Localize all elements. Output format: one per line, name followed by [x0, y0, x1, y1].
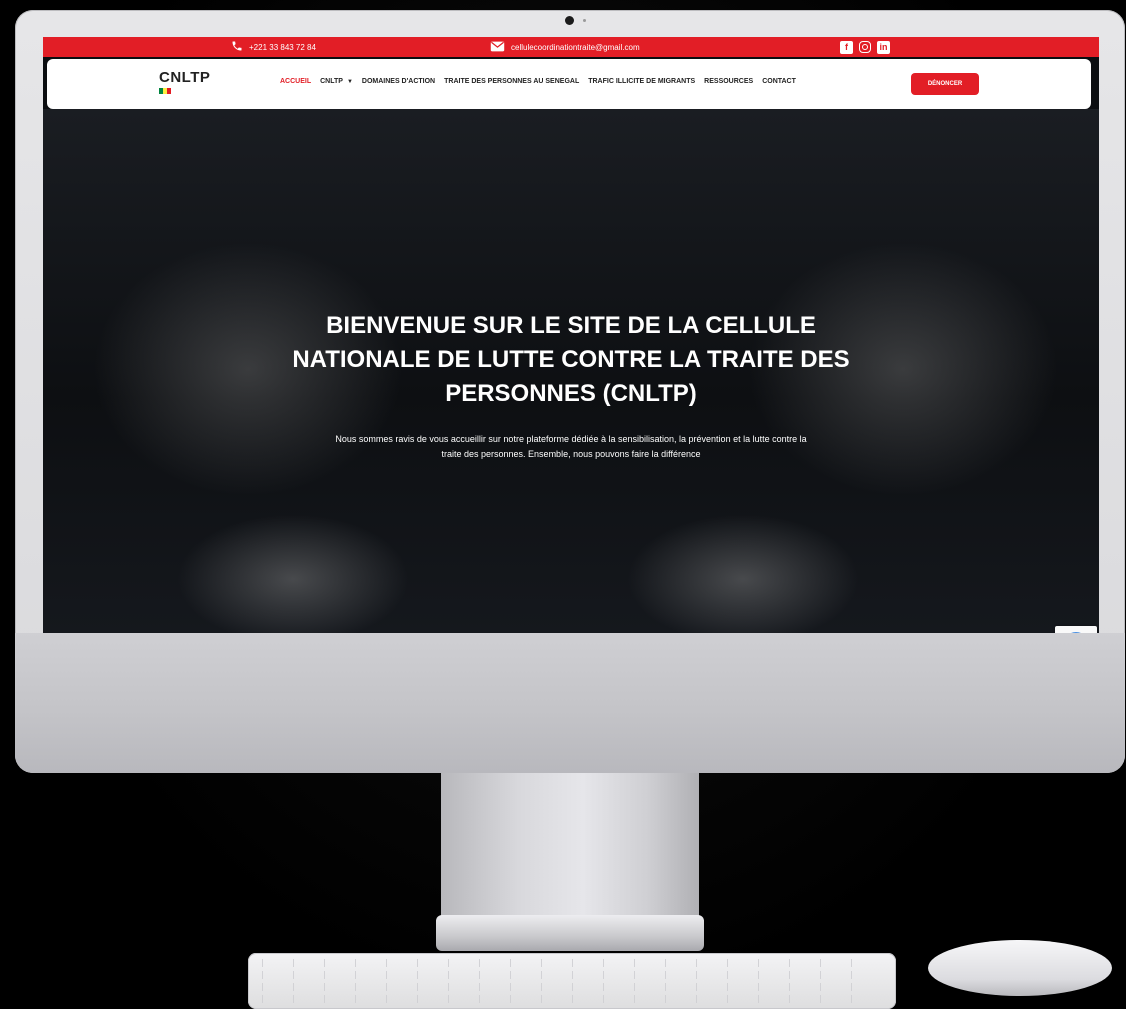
nav-menu: ACCUEIL CNLTP ▼ DOMAINES D'ACTION TRAITE … — [280, 78, 796, 85]
scene: +221 33 843 72 84 cellulecoordinationtra… — [0, 0, 1126, 1009]
phone-number: +221 33 843 72 84 — [249, 42, 316, 52]
phone-icon — [231, 40, 243, 54]
nav-cnltp[interactable]: CNLTP ▼ — [320, 78, 353, 85]
camera-icon — [565, 16, 574, 25]
mouse — [928, 940, 1112, 996]
nav-cnltp-label: CNLTP — [320, 78, 343, 85]
site-logo[interactable]: CNLTP — [159, 69, 219, 105]
monitor-screen: +221 33 843 72 84 cellulecoordinationtra… — [43, 37, 1099, 633]
logo-text: CNLTP — [159, 69, 211, 86]
main-navbar: CNLTP ACCUEIL CNLTP ▼ DOMAINES D'ACTION T… — [47, 59, 1091, 109]
instagram-icon[interactable] — [859, 41, 871, 53]
key-row — [262, 983, 882, 991]
hero-title: BIENVENUE SUR LE SITE DE LA CELLULE NATI… — [193, 309, 949, 411]
keyboard — [248, 953, 896, 1009]
top-contact-bar: +221 33 843 72 84 cellulecoordinationtra… — [43, 37, 1099, 57]
hero-description: Nous sommes ravis de vous accueillir sur… — [233, 432, 909, 462]
nav-accueil[interactable]: ACCUEIL — [280, 78, 311, 85]
recaptcha-icon — [1063, 632, 1089, 633]
monitor-chin — [15, 633, 1125, 773]
hero-text-line: Nous sommes ravis de vous accueillir sur… — [335, 434, 807, 444]
key-row — [262, 971, 882, 979]
senegal-flag-icon — [159, 88, 171, 94]
recaptcha-badge[interactable] — [1055, 626, 1097, 633]
hero-section: BIENVENUE SUR LE SITE DE LA CELLULE NATI… — [43, 109, 1099, 633]
social-links: f in — [840, 40, 890, 54]
denoncer-button[interactable]: DÉNONCER — [911, 73, 979, 95]
key-row — [262, 959, 882, 967]
nav-domaines[interactable]: DOMAINES D'ACTION — [362, 78, 435, 85]
mail-icon — [490, 41, 505, 54]
nav-traite[interactable]: TRAITE DES PERSONNES AU SENEGAL — [444, 78, 579, 85]
chevron-down-icon: ▼ — [346, 79, 353, 85]
nav-trafic[interactable]: TRAFIC ILLICITE DE MIGRANTS — [588, 78, 695, 85]
key-row — [262, 995, 882, 1003]
monitor-stand — [441, 773, 699, 925]
email-contact[interactable]: cellulecoordinationtraite@gmail.com — [490, 40, 640, 54]
monitor-stand-base — [436, 915, 704, 951]
facebook-icon[interactable]: f — [840, 40, 853, 54]
hero-title-line: BIENVENUE SUR LE SITE DE LA CELLULE — [326, 312, 816, 339]
hero-title-line: NATIONALE DE LUTTE CONTRE LA TRAITE DES — [292, 346, 850, 373]
hero-title-line: PERSONNES (CNLTP) — [445, 380, 697, 407]
camera-led — [583, 19, 586, 22]
linkedin-icon[interactable]: in — [877, 40, 890, 54]
phone-contact[interactable]: +221 33 843 72 84 — [231, 40, 316, 54]
nav-contact[interactable]: CONTACT — [762, 78, 796, 85]
email-address: cellulecoordinationtraite@gmail.com — [511, 42, 640, 52]
nav-ressources[interactable]: RESSOURCES — [704, 78, 753, 85]
hero-text-line: traite des personnes. Ensemble, nous pou… — [441, 449, 701, 459]
